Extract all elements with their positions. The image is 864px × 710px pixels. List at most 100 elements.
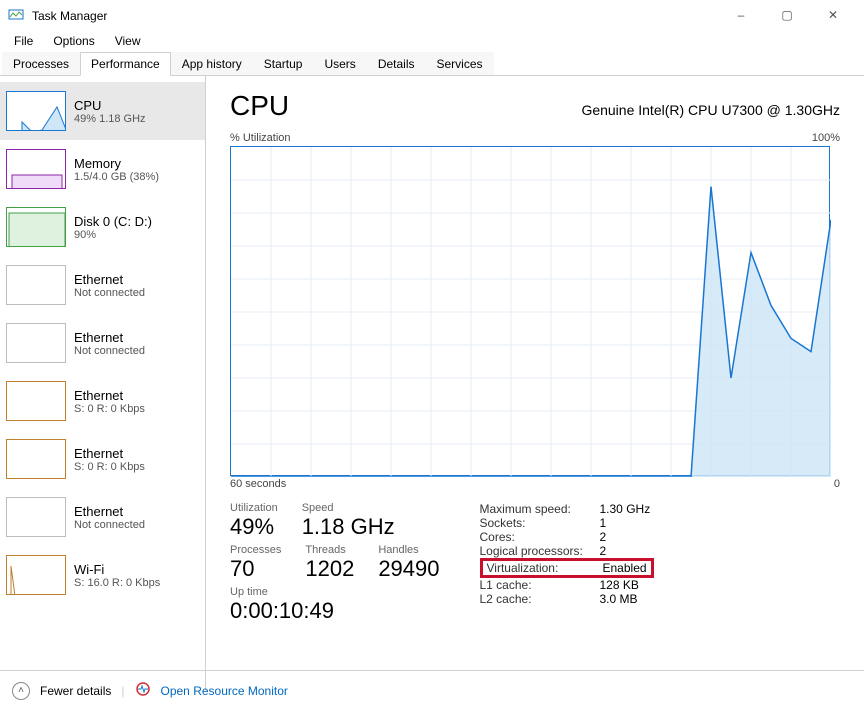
sidebar-item-name: Memory: [74, 156, 159, 171]
handles-value: 29490: [378, 556, 439, 582]
stat-row-virtualization: Virtualization:Enabled: [480, 558, 654, 578]
cpu-utilization-chart: [230, 146, 830, 476]
stat-row-l2-cache: L2 cache:3.0 MB: [480, 592, 654, 606]
sidebar-item-name: Disk 0 (C: D:): [74, 214, 152, 229]
detail-panel: CPU Genuine Intel(R) CPU U7300 @ 1.30GHz…: [206, 76, 864, 690]
menu-options[interactable]: Options: [43, 32, 104, 50]
sidebar-item-sub: S: 0 R: 0 Kbps: [74, 461, 145, 473]
stat-value: 1.30 GHz: [600, 502, 651, 516]
stat-label: Maximum speed:: [480, 502, 600, 516]
stat-value: 2: [600, 544, 607, 558]
close-button[interactable]: ✕: [810, 0, 856, 30]
sidebar-item-disk-0-c-d--2[interactable]: Disk 0 (C: D:)90%: [0, 198, 205, 256]
stat-row-maximum-speed: Maximum speed:1.30 GHz: [480, 502, 654, 516]
stat-value: Enabled: [603, 561, 647, 575]
chart-label-bottom-right: 0: [834, 478, 840, 490]
tab-details[interactable]: Details: [367, 52, 426, 75]
stat-row-cores: Cores:2: [480, 530, 654, 544]
window-buttons: – ▢ ✕: [718, 0, 856, 30]
processes-label: Processes: [230, 544, 281, 556]
stat-label: L2 cache:: [480, 592, 600, 606]
sidebar-item-ethernet-6[interactable]: EthernetS: 0 R: 0 Kbps: [0, 430, 205, 488]
tab-performance[interactable]: Performance: [80, 52, 171, 76]
chart-label-top-left: % Utilization: [230, 132, 291, 144]
thumb-icon: [6, 207, 66, 247]
sidebar-item-ethernet-7[interactable]: EthernetNot connected: [0, 488, 205, 546]
sidebar-item-name: Ethernet: [74, 272, 145, 287]
resource-monitor-icon: [135, 681, 151, 700]
thumb-icon: [6, 265, 66, 305]
threads-value: 1202: [305, 556, 354, 582]
stat-value: 1: [600, 516, 607, 530]
speed-label: Speed: [302, 502, 395, 514]
sidebar-item-sub: 90%: [74, 229, 152, 241]
uptime-value: 0:00:10:49: [230, 598, 334, 624]
sidebar-item-ethernet-5[interactable]: EthernetS: 0 R: 0 Kbps: [0, 372, 205, 430]
chart-label-bottom-left: 60 seconds: [230, 478, 286, 490]
sidebar-item-cpu-0[interactable]: CPU49% 1.18 GHz: [0, 82, 205, 140]
sidebar-item-name: Ethernet: [74, 446, 145, 461]
thumb-icon: [6, 91, 66, 131]
sidebar-item-sub: S: 0 R: 0 Kbps: [74, 403, 145, 415]
thumb-icon: [6, 439, 66, 479]
fewer-details-link[interactable]: Fewer details: [40, 684, 111, 698]
stat-label: Cores:: [480, 530, 600, 544]
sidebar-item-name: Ethernet: [74, 388, 145, 403]
sidebar-item-ethernet-3[interactable]: EthernetNot connected: [0, 256, 205, 314]
sidebar-item-name: Wi-Fi: [74, 562, 160, 577]
stat-value: 3.0 MB: [600, 592, 638, 606]
stat-label: Logical processors:: [480, 544, 600, 558]
sidebar-item-sub: 49% 1.18 GHz: [74, 113, 146, 125]
menu-view[interactable]: View: [105, 32, 151, 50]
chevron-up-icon[interactable]: ˄: [12, 682, 30, 700]
stat-label: L1 cache:: [480, 578, 600, 592]
stat-label: Virtualization:: [487, 561, 603, 575]
stat-value: 128 KB: [600, 578, 639, 592]
footer: ˄ Fewer details | Open Resource Monitor: [0, 670, 864, 710]
speed-value: 1.18 GHz: [302, 514, 395, 540]
stat-label: Sockets:: [480, 516, 600, 530]
sidebar-item-wi-fi-8[interactable]: Wi-FiS: 16.0 R: 0 Kbps: [0, 546, 205, 604]
uptime-label: Up time: [230, 586, 334, 598]
tab-startup[interactable]: Startup: [253, 52, 314, 75]
titlebar: Task Manager – ▢ ✕: [0, 0, 864, 30]
sidebar-item-name: Ethernet: [74, 504, 145, 519]
open-resource-monitor-link[interactable]: Open Resource Monitor: [161, 684, 288, 698]
sidebar-item-name: CPU: [74, 98, 146, 113]
stat-row-logical-processors: Logical processors:2: [480, 544, 654, 558]
menu-file[interactable]: File: [4, 32, 43, 50]
sidebar-item-name: Ethernet: [74, 330, 145, 345]
thumb-icon: [6, 323, 66, 363]
left-stats: Utilization 49% Speed 1.18 GHz Processes…: [230, 502, 440, 624]
cpu-model: Genuine Intel(R) CPU U7300 @ 1.30GHz: [581, 102, 840, 118]
thumb-icon: [6, 149, 66, 189]
processes-value: 70: [230, 556, 281, 582]
stat-row-l1-cache: L1 cache:128 KB: [480, 578, 654, 592]
handles-label: Handles: [378, 544, 439, 556]
sidebar-item-sub: Not connected: [74, 519, 145, 531]
sidebar-item-memory-1[interactable]: Memory1.5/4.0 GB (38%): [0, 140, 205, 198]
tab-bar: Processes Performance App history Startu…: [0, 52, 864, 76]
tab-users[interactable]: Users: [313, 52, 366, 75]
chart-label-top-right: 100%: [812, 132, 840, 144]
stat-row-sockets: Sockets:1: [480, 516, 654, 530]
right-stats: Maximum speed:1.30 GHzSockets:1Cores:2Lo…: [480, 502, 654, 624]
minimize-button[interactable]: –: [718, 0, 764, 30]
sidebar-item-sub: Not connected: [74, 287, 145, 299]
thumb-icon: [6, 497, 66, 537]
tab-processes[interactable]: Processes: [2, 52, 80, 75]
thumb-icon: [6, 555, 66, 595]
threads-label: Threads: [305, 544, 354, 556]
sidebar-item-ethernet-4[interactable]: EthernetNot connected: [0, 314, 205, 372]
thumb-icon: [6, 381, 66, 421]
tab-app-history[interactable]: App history: [171, 52, 253, 75]
sidebar-item-sub: Not connected: [74, 345, 145, 357]
tab-services[interactable]: Services: [426, 52, 494, 75]
utilization-label: Utilization: [230, 502, 278, 514]
sidebar: CPU49% 1.18 GHzMemory1.5/4.0 GB (38%)Dis…: [0, 76, 206, 690]
app-icon: [8, 7, 24, 23]
maximize-button[interactable]: ▢: [764, 0, 810, 30]
sidebar-item-sub: 1.5/4.0 GB (38%): [74, 171, 159, 183]
utilization-value: 49%: [230, 514, 278, 540]
window-title: Task Manager: [32, 7, 718, 23]
